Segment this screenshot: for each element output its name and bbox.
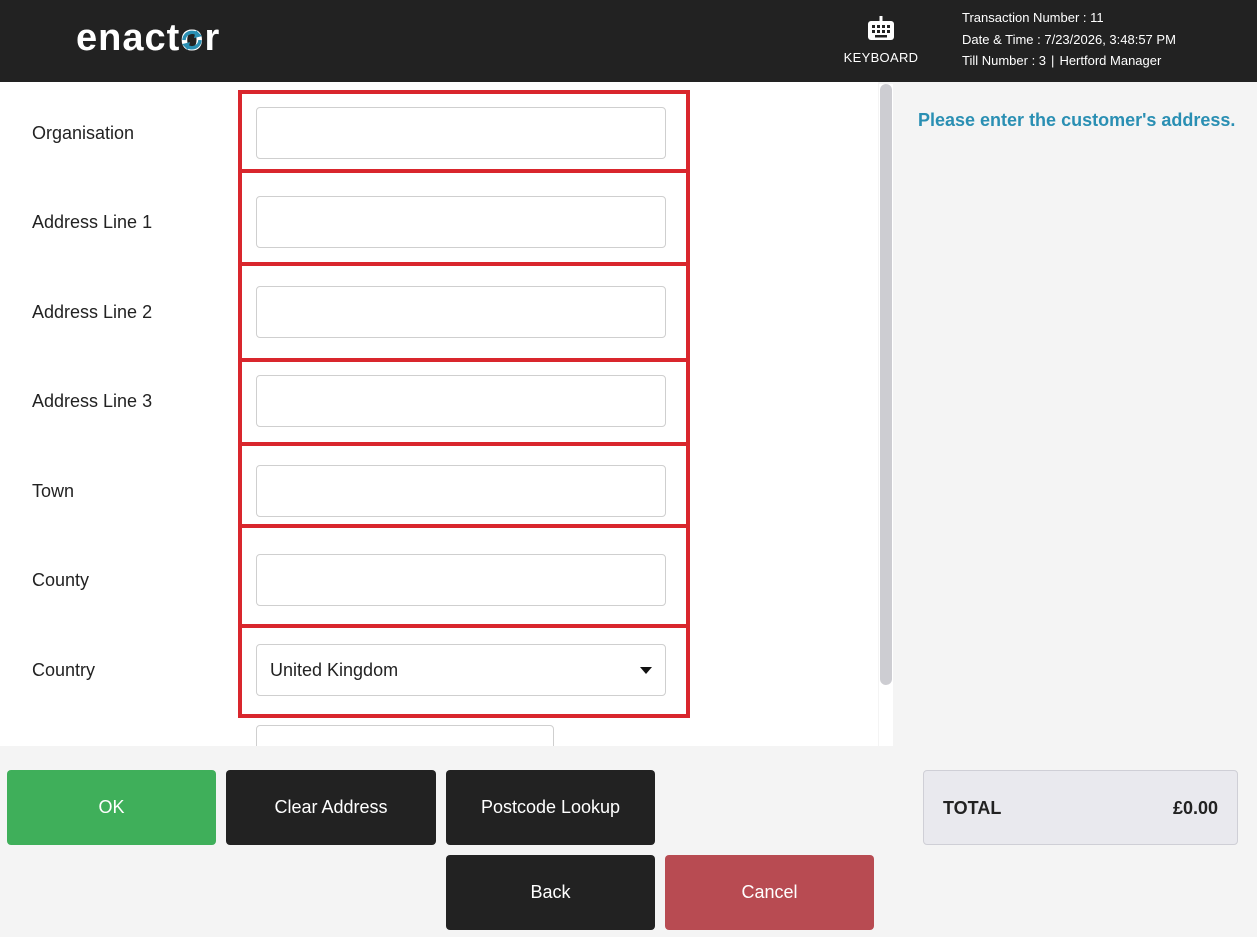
transaction-number: Transaction Number : 11 [962,10,1104,25]
form-row-county: County [0,552,878,612]
address-line-3-input[interactable] [256,375,666,427]
form-row-country: Country United Kingdom [0,642,878,702]
app-header: enacto r KEYBOARD Transaction Number : 1… [0,0,1257,82]
instruction-prompt: Please enter the customer's address. [918,110,1236,130]
organisation-label: Organisation [32,123,135,143]
organisation-input[interactable] [256,107,666,159]
form-row-address-line-1: Address Line 1 [0,194,878,254]
postcode-lookup-button[interactable]: Postcode Lookup [446,770,655,845]
address-line-1-input[interactable] [256,196,666,248]
town-input[interactable] [256,465,666,517]
till-user-line: Till Number : 3 | Hertford Manager [962,50,1176,72]
country-label: Country [32,660,96,680]
country-selected-value: United Kingdom [270,660,399,680]
county-label: County [32,570,90,590]
county-input[interactable] [256,554,666,606]
form-row-town: Town [0,463,878,523]
back-button[interactable]: Back [446,855,655,930]
address-line-2-input[interactable] [256,286,666,338]
transaction-info: Transaction Number : 11 Date & Time : 7/… [962,7,1176,72]
user-name: Hertford Manager [1059,53,1162,68]
total-box: TOTAL £0.00 [923,770,1238,845]
separator: | [1051,53,1055,68]
total-value: £0.00 [1172,798,1218,818]
town-label: Town [32,481,75,501]
postcode-input[interactable] [256,725,554,746]
enactor-logo: enacto r [76,17,221,59]
date-time: Date & Time : 7/23/2026, 3:48:57 PM [962,31,1176,47]
till-number: Till Number : 3 [962,53,1047,68]
clear-address-button[interactable]: Clear Address [226,770,436,845]
form-row-address-line-2: Address Line 2 [0,284,878,344]
form-row-address-line-3: Address Line 3 [0,373,878,433]
address-line-1-label: Address Line 1 [32,212,153,232]
ok-button[interactable]: OK [7,770,216,845]
form-row-organisation: Organisation [0,105,878,165]
keyboard-button[interactable]: KEYBOARD [838,12,924,74]
keyboard-icon [868,16,894,40]
total-label: TOTAL [943,798,1002,818]
cancel-button[interactable]: Cancel [665,855,874,930]
scrollbar-thumb[interactable] [880,84,892,685]
country-select[interactable]: United Kingdom [256,644,666,696]
address-form: Organisation Address Line 1 Address Line… [0,82,878,746]
caret-down-icon [640,667,652,674]
address-line-2-label: Address Line 2 [32,302,153,322]
address-line-3-label: Address Line 3 [32,391,153,411]
keyboard-label: KEYBOARD [843,50,919,65]
